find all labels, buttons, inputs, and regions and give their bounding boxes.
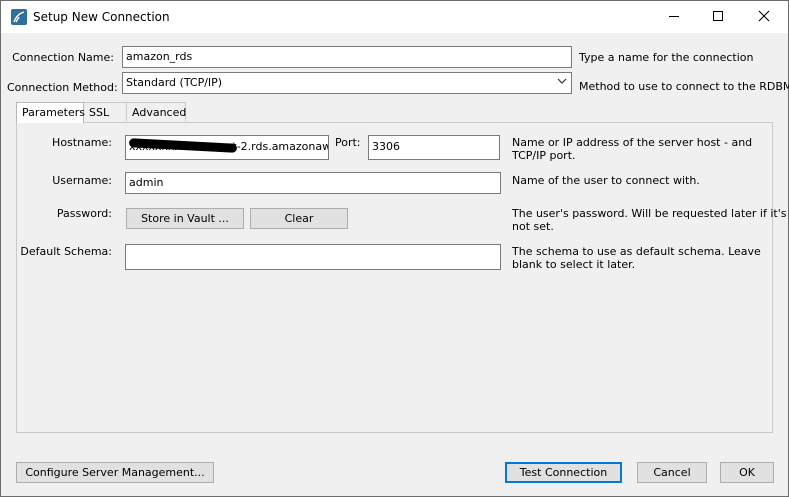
cancel-button[interactable]: Cancel [637, 462, 707, 483]
ok-button[interactable]: OK [720, 462, 774, 483]
username-label: Username: [52, 174, 112, 187]
connection-name-hint: Type a name for the connection [579, 51, 754, 64]
password-hint-line2: not set. [512, 220, 554, 233]
maximize-button[interactable] [695, 1, 741, 33]
setup-connection-dialog: Setup New Connection Connection Name: am… [0, 0, 789, 497]
tab-ssl[interactable]: SSL [83, 102, 127, 121]
close-icon [758, 10, 770, 25]
window-title: Setup New Connection [33, 10, 170, 24]
hostname-hint-line2: TCP/IP port. [512, 149, 576, 162]
tab-advanced[interactable]: Advanced [126, 102, 186, 121]
hostname-hint: Name or IP address of the server host - … [512, 136, 752, 162]
default-schema-label: Default Schema: [20, 245, 112, 258]
port-label: Port: [335, 136, 361, 149]
password-hint: The user's password. Will be requested l… [512, 207, 786, 233]
title-bar[interactable]: Setup New Connection [1, 1, 788, 33]
test-connection-button[interactable]: Test Connection [505, 462, 622, 483]
connection-method-label: Connection Method: [7, 81, 118, 94]
tab-parameters[interactable]: Parameters [16, 102, 85, 123]
chevron-down-icon [557, 76, 567, 89]
connection-method-hint: Method to use to connect to the RDBMS [579, 80, 789, 93]
password-label: Password: [56, 207, 112, 220]
clear-password-button[interactable]: Clear [250, 208, 348, 229]
parameters-panel [16, 122, 773, 433]
default-schema-hint: The schema to use as default schema. Lea… [512, 245, 761, 271]
minimize-button[interactable] [651, 1, 697, 33]
connection-name-input[interactable]: amazon_rds [122, 46, 572, 68]
connection-method-select[interactable]: Standard (TCP/IP) [122, 72, 572, 94]
store-in-vault-button[interactable]: Store in Vault ... [126, 208, 244, 229]
maximize-icon [712, 10, 724, 25]
connection-name-label: Connection Name: [12, 51, 114, 64]
default-schema-hint-line2: blank to select it later. [512, 258, 636, 271]
minimize-icon [668, 10, 680, 25]
port-input[interactable]: 3306 [368, 135, 500, 160]
app-icon [11, 9, 27, 25]
default-schema-input[interactable] [125, 244, 501, 270]
configure-server-management-button[interactable]: Configure Server Management... [16, 462, 214, 483]
hostname-label: Hostname: [52, 136, 112, 149]
password-hint-line1: The user's password. Will be requested l… [512, 207, 787, 220]
username-input[interactable]: admin [125, 172, 501, 194]
username-hint: Name of the user to connect with. [512, 174, 700, 187]
close-button[interactable] [741, 1, 787, 33]
default-schema-hint-line1: The schema to use as default schema. Lea… [512, 245, 761, 258]
hostname-hint-line1: Name or IP address of the server host - … [512, 136, 753, 149]
connection-method-value: Standard (TCP/IP) [126, 76, 223, 89]
